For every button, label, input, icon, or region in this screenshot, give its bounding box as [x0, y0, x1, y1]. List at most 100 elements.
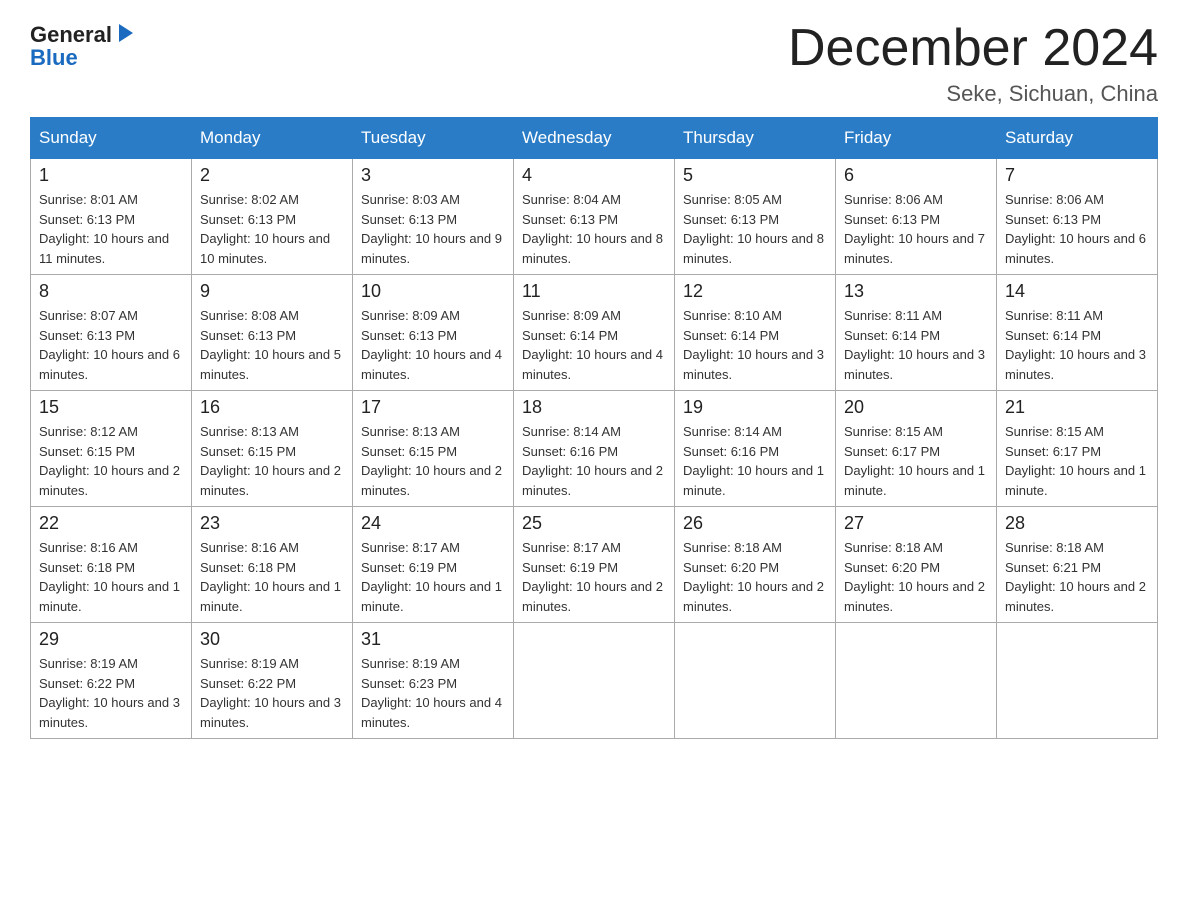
- day-info: Sunrise: 8:18 AMSunset: 6:20 PMDaylight:…: [683, 540, 824, 614]
- day-number: 15: [39, 397, 183, 418]
- day-number: 14: [1005, 281, 1149, 302]
- header-monday: Monday: [192, 118, 353, 159]
- day-info: Sunrise: 8:12 AMSunset: 6:15 PMDaylight:…: [39, 424, 180, 498]
- calendar-cell: 1 Sunrise: 8:01 AMSunset: 6:13 PMDayligh…: [31, 159, 192, 275]
- day-number: 28: [1005, 513, 1149, 534]
- day-info: Sunrise: 8:06 AMSunset: 6:13 PMDaylight:…: [1005, 192, 1146, 266]
- day-number: 1: [39, 165, 183, 186]
- day-number: 16: [200, 397, 344, 418]
- day-number: 26: [683, 513, 827, 534]
- day-info: Sunrise: 8:14 AMSunset: 6:16 PMDaylight:…: [522, 424, 663, 498]
- title-area: December 2024 Seke, Sichuan, China: [788, 20, 1158, 107]
- calendar-cell: [836, 623, 997, 739]
- day-number: 13: [844, 281, 988, 302]
- calendar-cell: 7 Sunrise: 8:06 AMSunset: 6:13 PMDayligh…: [997, 159, 1158, 275]
- calendar-cell: 28 Sunrise: 8:18 AMSunset: 6:21 PMDaylig…: [997, 507, 1158, 623]
- day-info: Sunrise: 8:04 AMSunset: 6:13 PMDaylight:…: [522, 192, 663, 266]
- day-info: Sunrise: 8:02 AMSunset: 6:13 PMDaylight:…: [200, 192, 330, 266]
- day-number: 8: [39, 281, 183, 302]
- day-number: 17: [361, 397, 505, 418]
- calendar-cell: 21 Sunrise: 8:15 AMSunset: 6:17 PMDaylig…: [997, 391, 1158, 507]
- day-number: 20: [844, 397, 988, 418]
- day-number: 9: [200, 281, 344, 302]
- day-number: 21: [1005, 397, 1149, 418]
- calendar-cell: 23 Sunrise: 8:16 AMSunset: 6:18 PMDaylig…: [192, 507, 353, 623]
- day-number: 6: [844, 165, 988, 186]
- calendar-week-row-3: 15 Sunrise: 8:12 AMSunset: 6:15 PMDaylig…: [31, 391, 1158, 507]
- calendar-cell: 24 Sunrise: 8:17 AMSunset: 6:19 PMDaylig…: [353, 507, 514, 623]
- day-info: Sunrise: 8:19 AMSunset: 6:22 PMDaylight:…: [39, 656, 180, 730]
- calendar-week-row-4: 22 Sunrise: 8:16 AMSunset: 6:18 PMDaylig…: [31, 507, 1158, 623]
- header-thursday: Thursday: [675, 118, 836, 159]
- header-friday: Friday: [836, 118, 997, 159]
- calendar-cell: 6 Sunrise: 8:06 AMSunset: 6:13 PMDayligh…: [836, 159, 997, 275]
- calendar-cell: 14 Sunrise: 8:11 AMSunset: 6:14 PMDaylig…: [997, 275, 1158, 391]
- calendar-cell: 27 Sunrise: 8:18 AMSunset: 6:20 PMDaylig…: [836, 507, 997, 623]
- day-number: 27: [844, 513, 988, 534]
- calendar-cell: 9 Sunrise: 8:08 AMSunset: 6:13 PMDayligh…: [192, 275, 353, 391]
- day-number: 18: [522, 397, 666, 418]
- day-info: Sunrise: 8:03 AMSunset: 6:13 PMDaylight:…: [361, 192, 502, 266]
- day-number: 30: [200, 629, 344, 650]
- calendar-week-row-2: 8 Sunrise: 8:07 AMSunset: 6:13 PMDayligh…: [31, 275, 1158, 391]
- calendar-cell: 8 Sunrise: 8:07 AMSunset: 6:13 PMDayligh…: [31, 275, 192, 391]
- calendar-cell: 18 Sunrise: 8:14 AMSunset: 6:16 PMDaylig…: [514, 391, 675, 507]
- day-info: Sunrise: 8:13 AMSunset: 6:15 PMDaylight:…: [200, 424, 341, 498]
- calendar-cell: 16 Sunrise: 8:13 AMSunset: 6:15 PMDaylig…: [192, 391, 353, 507]
- day-number: 2: [200, 165, 344, 186]
- day-number: 22: [39, 513, 183, 534]
- header-wednesday: Wednesday: [514, 118, 675, 159]
- day-info: Sunrise: 8:15 AMSunset: 6:17 PMDaylight:…: [844, 424, 985, 498]
- day-number: 19: [683, 397, 827, 418]
- day-number: 7: [1005, 165, 1149, 186]
- day-info: Sunrise: 8:18 AMSunset: 6:20 PMDaylight:…: [844, 540, 985, 614]
- calendar-cell: 13 Sunrise: 8:11 AMSunset: 6:14 PMDaylig…: [836, 275, 997, 391]
- day-number: 23: [200, 513, 344, 534]
- calendar-cell: 20 Sunrise: 8:15 AMSunset: 6:17 PMDaylig…: [836, 391, 997, 507]
- day-number: 4: [522, 165, 666, 186]
- day-info: Sunrise: 8:11 AMSunset: 6:14 PMDaylight:…: [1005, 308, 1146, 382]
- calendar-cell: 15 Sunrise: 8:12 AMSunset: 6:15 PMDaylig…: [31, 391, 192, 507]
- calendar-cell: 29 Sunrise: 8:19 AMSunset: 6:22 PMDaylig…: [31, 623, 192, 739]
- day-number: 10: [361, 281, 505, 302]
- calendar-cell: 22 Sunrise: 8:16 AMSunset: 6:18 PMDaylig…: [31, 507, 192, 623]
- day-info: Sunrise: 8:09 AMSunset: 6:13 PMDaylight:…: [361, 308, 502, 382]
- logo: General Blue: [30, 20, 137, 71]
- day-info: Sunrise: 8:18 AMSunset: 6:21 PMDaylight:…: [1005, 540, 1146, 614]
- header-sunday: Sunday: [31, 118, 192, 159]
- day-info: Sunrise: 8:07 AMSunset: 6:13 PMDaylight:…: [39, 308, 180, 382]
- calendar-cell: 10 Sunrise: 8:09 AMSunset: 6:13 PMDaylig…: [353, 275, 514, 391]
- logo-blue-text: Blue: [30, 45, 78, 71]
- calendar-cell: 3 Sunrise: 8:03 AMSunset: 6:13 PMDayligh…: [353, 159, 514, 275]
- day-info: Sunrise: 8:09 AMSunset: 6:14 PMDaylight:…: [522, 308, 663, 382]
- day-info: Sunrise: 8:16 AMSunset: 6:18 PMDaylight:…: [39, 540, 180, 614]
- day-info: Sunrise: 8:13 AMSunset: 6:15 PMDaylight:…: [361, 424, 502, 498]
- day-info: Sunrise: 8:05 AMSunset: 6:13 PMDaylight:…: [683, 192, 824, 266]
- day-number: 25: [522, 513, 666, 534]
- calendar-cell: 31 Sunrise: 8:19 AMSunset: 6:23 PMDaylig…: [353, 623, 514, 739]
- day-number: 11: [522, 281, 666, 302]
- logo-general-text: General: [30, 22, 112, 48]
- calendar-cell: 4 Sunrise: 8:04 AMSunset: 6:13 PMDayligh…: [514, 159, 675, 275]
- header-tuesday: Tuesday: [353, 118, 514, 159]
- day-info: Sunrise: 8:19 AMSunset: 6:22 PMDaylight:…: [200, 656, 341, 730]
- day-info: Sunrise: 8:11 AMSunset: 6:14 PMDaylight:…: [844, 308, 985, 382]
- day-info: Sunrise: 8:14 AMSunset: 6:16 PMDaylight:…: [683, 424, 824, 498]
- day-info: Sunrise: 8:15 AMSunset: 6:17 PMDaylight:…: [1005, 424, 1146, 498]
- day-info: Sunrise: 8:10 AMSunset: 6:14 PMDaylight:…: [683, 308, 824, 382]
- calendar-cell: 17 Sunrise: 8:13 AMSunset: 6:15 PMDaylig…: [353, 391, 514, 507]
- calendar-week-row-1: 1 Sunrise: 8:01 AMSunset: 6:13 PMDayligh…: [31, 159, 1158, 275]
- calendar-cell: 2 Sunrise: 8:02 AMSunset: 6:13 PMDayligh…: [192, 159, 353, 275]
- day-number: 31: [361, 629, 505, 650]
- header-saturday: Saturday: [997, 118, 1158, 159]
- calendar-cell: 25 Sunrise: 8:17 AMSunset: 6:19 PMDaylig…: [514, 507, 675, 623]
- day-number: 29: [39, 629, 183, 650]
- calendar-cell: 19 Sunrise: 8:14 AMSunset: 6:16 PMDaylig…: [675, 391, 836, 507]
- day-info: Sunrise: 8:17 AMSunset: 6:19 PMDaylight:…: [522, 540, 663, 614]
- calendar-subtitle: Seke, Sichuan, China: [788, 81, 1158, 107]
- calendar-title: December 2024: [788, 20, 1158, 77]
- calendar-cell: 11 Sunrise: 8:09 AMSunset: 6:14 PMDaylig…: [514, 275, 675, 391]
- calendar-cell: 12 Sunrise: 8:10 AMSunset: 6:14 PMDaylig…: [675, 275, 836, 391]
- day-info: Sunrise: 8:17 AMSunset: 6:19 PMDaylight:…: [361, 540, 502, 614]
- day-info: Sunrise: 8:01 AMSunset: 6:13 PMDaylight:…: [39, 192, 169, 266]
